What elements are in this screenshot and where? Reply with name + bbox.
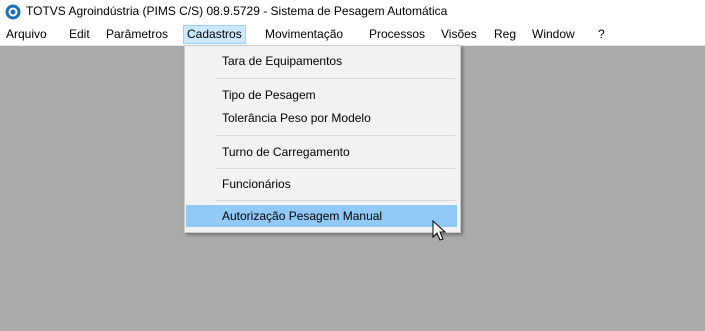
menu-separator — [215, 135, 455, 136]
menu-item-label: Autorização Pesagem Manual — [222, 209, 383, 223]
menu-cadastros[interactable]: Cadastros — [183, 25, 246, 44]
menu-parametros[interactable]: Parâmetros — [103, 26, 171, 43]
mouse-cursor-icon — [432, 220, 446, 241]
menu-movimentacao[interactable]: Movimentação — [262, 26, 346, 43]
menu-processos[interactable]: Processos — [366, 26, 428, 43]
menu-visoes[interactable]: Visões — [438, 26, 480, 43]
menu-item-tara-equipamentos[interactable]: Tara de Equipamentos — [186, 50, 457, 72]
menu-bar: Arquivo Edit Parâmetros Cadastros Movime… — [0, 24, 705, 46]
menu-item-tipo-pesagem[interactable]: Tipo de Pesagem — [186, 84, 457, 106]
menu-item-autorizacao-pesagem[interactable]: Autorização Pesagem Manual — [186, 205, 457, 227]
menu-item-label: Tara de Equipamentos — [222, 54, 343, 68]
menu-item-tolerancia-peso[interactable]: Tolerância Peso por Modelo — [186, 107, 457, 129]
menu-reg[interactable]: Reg — [491, 26, 519, 43]
menu-separator — [215, 78, 455, 79]
cadastros-dropdown-menu: Tara de Equipamentos Tipo de Pesagem Tol… — [184, 45, 461, 233]
menu-item-label: Tolerância Peso por Modelo — [222, 111, 371, 125]
title-bar: TOTVS Agroindústria (PIMS C/S) 08.9.5729… — [0, 0, 705, 24]
menu-window[interactable]: Window — [529, 26, 578, 43]
menu-help[interactable]: ? — [595, 26, 608, 43]
menu-item-label: Funcionários — [222, 177, 291, 191]
menu-edit[interactable]: Edit — [66, 26, 93, 43]
window-title: TOTVS Agroindústria (PIMS C/S) 08.9.5729… — [26, 4, 448, 18]
menu-item-label: Turno de Carregamento — [222, 145, 350, 159]
menu-arquivo[interactable]: Arquivo — [3, 26, 50, 43]
menu-separator — [215, 168, 455, 169]
totvs-logo-icon — [5, 4, 21, 20]
menu-item-funcionarios[interactable]: Funcionários — [186, 173, 457, 195]
menu-item-turno-carregamento[interactable]: Turno de Carregamento — [186, 141, 457, 163]
menu-item-label: Tipo de Pesagem — [222, 88, 316, 102]
menu-separator — [215, 200, 455, 201]
